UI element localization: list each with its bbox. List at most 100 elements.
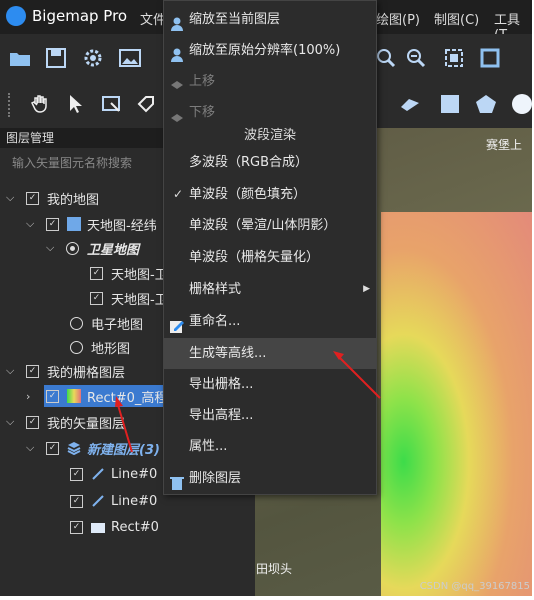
tree-node-tianditu-sat-1[interactable]: ✓ 天地图-卫	[90, 262, 168, 284]
zoom-user-icon	[170, 43, 184, 62]
elevation-raster-layer[interactable]	[381, 212, 532, 596]
chevron-right-icon[interactable]: ›	[26, 390, 38, 403]
tree-node-label: 卫星地图	[87, 242, 140, 258]
chevron-down-icon[interactable]: ⌵	[26, 441, 38, 455]
chevron-down-icon[interactable]: ⌵	[6, 191, 18, 205]
pan-hand-icon[interactable]	[26, 90, 54, 118]
draw-circle-icon[interactable]	[508, 90, 532, 118]
menu-singleband-color[interactable]: ✓ 单波段（颜色填充）	[164, 179, 376, 210]
trash-icon	[170, 471, 184, 490]
tree-node-satellite[interactable]: ⌵ 卫星地图	[46, 237, 139, 259]
checkmark-icon: ✓	[173, 187, 184, 201]
checkbox-checked[interactable]: ✓	[70, 494, 83, 508]
open-folder-icon[interactable]	[6, 44, 34, 72]
map-place-label: 田坝头	[256, 562, 293, 576]
menu-multiband-rgb[interactable]: 多波段（RGB合成）	[164, 147, 376, 178]
zoom-out-icon[interactable]	[402, 44, 430, 72]
menu-item-label: 重命名...	[189, 314, 241, 329]
menu-export-elevation[interactable]: 导出高程...	[164, 400, 376, 431]
map-book-icon	[67, 217, 81, 231]
menu-zoom-to-layer[interactable]: 缩放至当前图层	[164, 4, 376, 35]
checkbox-checked[interactable]: ✓	[46, 441, 59, 455]
tree-node-label: 我的地图	[47, 192, 100, 208]
menu-move-up[interactable]: 上移	[164, 66, 376, 97]
tree-node-my-map[interactable]: ⌵ ✓ 我的地图	[6, 187, 99, 209]
tree-node-electronic-map[interactable]: 电子地图	[70, 312, 143, 334]
checkbox-checked[interactable]: ✓	[70, 467, 83, 481]
rectangle-feature-icon	[91, 523, 105, 533]
draw-polyline-icon[interactable]	[396, 90, 424, 118]
toolbar-grip-icon[interactable]	[8, 93, 14, 117]
tree-node-rect-elevation[interactable]: › ✓ Rect#0_高程	[26, 385, 167, 407]
checkbox-checked[interactable]: ✓	[70, 520, 83, 534]
checkbox-checked[interactable]: ✓	[46, 389, 59, 403]
radio-unselected[interactable]	[70, 316, 83, 330]
tree-node-label: 天地图-卫	[111, 267, 168, 283]
tree-node-line-1[interactable]: ✓ Line#0	[70, 463, 157, 485]
layers-stack-icon	[67, 441, 81, 456]
layer-context-menu: 缩放至当前图层 缩放至原始分辨率(100%) 上移 下移 波段渲染 多波段（RG…	[163, 0, 377, 495]
tree-node-new-layer[interactable]: ⌵ ✓ 新建图层(3)	[26, 437, 160, 459]
menu-item-label: 导出高程...	[189, 408, 254, 423]
tree-node-label: 地形图	[91, 341, 131, 357]
settings-gear-icon[interactable]	[79, 44, 107, 72]
raster-gradient-icon	[67, 389, 81, 403]
tree-node-terrain-map[interactable]: 地形图	[70, 336, 130, 358]
menu-delete-layer[interactable]: 删除图层	[164, 463, 376, 494]
menu-item-label: 生成等高线...	[189, 346, 267, 361]
menu-item-label: 缩放至当前图层	[189, 12, 281, 27]
chevron-down-icon[interactable]: ⌵	[46, 241, 58, 255]
checkbox-checked[interactable]: ✓	[90, 291, 103, 305]
menu-singleband-vectorize[interactable]: 单波段（栅格矢量化）	[164, 242, 376, 273]
menu-export-raster[interactable]: 导出栅格...	[164, 369, 376, 400]
tree-node-my-raster[interactable]: ⌵ ✓ 我的栅格图层	[6, 360, 125, 382]
checkbox-checked[interactable]: ✓	[46, 217, 59, 231]
menu-singleband-hillshade[interactable]: 单波段（晕渲/山体阴影）	[164, 210, 376, 241]
menu-zoom-original[interactable]: 缩放至原始分辨率(100%)	[164, 35, 376, 66]
tree-node-label: 我的矢量图层	[47, 416, 126, 432]
tree-node-line-2[interactable]: ✓ Line#0	[70, 490, 157, 512]
radio-unselected[interactable]	[70, 340, 83, 354]
app-title: Bigemap Pro	[32, 7, 128, 25]
menu-item-label: 单波段（颜色填充）	[189, 187, 307, 202]
checkbox-checked[interactable]: ✓	[26, 415, 39, 429]
menu-item-label: 缩放至原始分辨率(100%)	[189, 43, 341, 58]
checkbox-checked[interactable]: ✓	[90, 266, 103, 280]
tree-node-my-vector[interactable]: ⌵ ✓ 我的矢量图层	[6, 411, 125, 433]
tree-node-label: Rect#0	[111, 519, 159, 535]
menu-item-label: 栅格样式	[189, 282, 242, 297]
image-icon[interactable]	[116, 44, 144, 72]
radio-selected[interactable]	[66, 241, 79, 255]
menu-properties[interactable]: 属性...	[164, 431, 376, 462]
line-feature-icon	[91, 494, 105, 508]
identify-map-icon[interactable]	[98, 90, 126, 118]
chevron-down-icon[interactable]: ⌵	[6, 364, 18, 378]
menu-item-label: 导出栅格...	[189, 377, 254, 392]
chevron-down-icon[interactable]: ⌵	[6, 415, 18, 429]
menu-generate-contours[interactable]: 生成等高线...	[164, 338, 376, 369]
tree-node-label: Line#0	[111, 493, 158, 509]
menu-raster-style[interactable]: 栅格样式 ▶	[164, 274, 376, 305]
menu-item-label: 多波段（RGB合成）	[189, 155, 309, 170]
save-icon[interactable]	[42, 44, 70, 72]
menu-rename[interactable]: 重命名...	[164, 306, 376, 337]
select-arrow-icon[interactable]	[62, 90, 90, 118]
tree-node-tianditu[interactable]: ⌵ ✓ 天地图-经纬	[26, 213, 157, 235]
draw-rectangle-icon[interactable]	[436, 90, 464, 118]
menu-draw[interactable]: 绘图(P)	[376, 9, 420, 28]
chevron-down-icon[interactable]: ⌵	[26, 217, 38, 231]
menu-item-label: 单波段（晕渲/山体阴影）	[189, 218, 337, 233]
menu-mapping[interactable]: 制图(C)	[434, 9, 479, 28]
draw-pentagon-icon[interactable]	[472, 90, 500, 118]
checkbox-checked[interactable]: ✓	[26, 364, 39, 378]
layer-up-icon	[170, 74, 184, 89]
tree-node-tianditu-sat-2[interactable]: ✓ 天地图-卫	[90, 287, 168, 309]
tree-node-label: 天地图-卫	[111, 292, 168, 308]
checkbox-checked[interactable]: ✓	[26, 191, 39, 205]
map-place-label: 赛堡上	[486, 138, 523, 152]
tag-icon[interactable]	[132, 90, 160, 118]
fit-extent-icon[interactable]	[440, 44, 468, 72]
full-extent-icon[interactable]	[476, 44, 504, 72]
tree-node-rect[interactable]: ✓ Rect#0	[70, 516, 159, 538]
tree-node-label: Line#0	[111, 466, 158, 482]
